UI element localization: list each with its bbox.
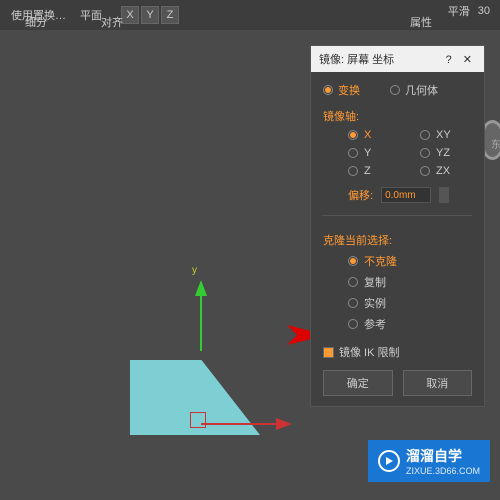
- arrow-right-icon: [276, 418, 292, 430]
- dialog-title-text: 镜像: 屏幕 坐标: [319, 51, 394, 67]
- subdivide-btn[interactable]: 细分: [19, 12, 53, 32]
- transform-radio[interactable]: [323, 85, 333, 95]
- transform-label: 变换: [338, 82, 360, 98]
- help-button[interactable]: ?: [442, 54, 456, 66]
- ik-checkbox[interactable]: [323, 347, 334, 358]
- cancel-button[interactable]: 取消: [403, 370, 473, 396]
- offset-spinner[interactable]: [439, 187, 449, 203]
- arrow-up-icon: [195, 280, 207, 296]
- view-cube-label: 东: [491, 136, 500, 151]
- clone-options: 不克隆 复制 实例 参考: [323, 253, 472, 332]
- axis-xy-radio[interactable]: [420, 130, 430, 140]
- offset-row: 偏移:: [323, 187, 472, 203]
- axis-x-radio[interactable]: [348, 130, 358, 140]
- y-axis-gizmo[interactable]: y: [195, 280, 207, 351]
- axis-y-radio[interactable]: [348, 148, 358, 158]
- clone-reference-radio[interactable]: [348, 319, 358, 329]
- geometry-label: 几何体: [405, 82, 438, 98]
- axis-grid: X XY Y YZ Z ZX: [323, 129, 472, 177]
- y-axis-label: y: [192, 265, 197, 276]
- mode-group: 变换 几何体: [323, 82, 472, 98]
- mirror-dialog: 镜像: 屏幕 坐标 ? ✕ 变换 几何体 镜像轴: X XY Y YZ Z ZX: [310, 45, 485, 407]
- axis-zx-radio[interactable]: [420, 166, 430, 176]
- clone-copy-radio[interactable]: [348, 277, 358, 287]
- properties-btn[interactable]: 属性: [404, 12, 438, 32]
- ok-button[interactable]: 确定: [323, 370, 393, 396]
- dialog-titlebar[interactable]: 镜像: 屏幕 坐标 ? ✕: [311, 46, 484, 72]
- offset-input[interactable]: [381, 187, 431, 203]
- axis-z-radio[interactable]: [348, 166, 358, 176]
- offset-label: 偏移:: [348, 187, 373, 203]
- close-button[interactable]: ✕: [459, 54, 476, 66]
- axis-section-label: 镜像轴:: [323, 108, 472, 124]
- geometry-radio[interactable]: [390, 85, 400, 95]
- align-btn[interactable]: 对齐: [95, 12, 129, 32]
- x-axis-gizmo[interactable]: [201, 418, 292, 430]
- watermark-url: ZIXUE.3D66.COM: [406, 466, 480, 476]
- watermark: 溜溜自学 ZIXUE.3D66.COM: [368, 440, 490, 482]
- clone-instance-radio[interactable]: [348, 298, 358, 308]
- ik-row: 镜像 IK 限制: [323, 344, 472, 360]
- clone-none-radio[interactable]: [348, 256, 358, 266]
- ik-label: 镜像 IK 限制: [339, 344, 400, 360]
- play-icon: [378, 450, 400, 472]
- axis-yz-radio[interactable]: [420, 148, 430, 158]
- watermark-title: 溜溜自学: [406, 446, 480, 466]
- secondary-toolbar: 细分 对齐 属性: [0, 14, 500, 30]
- clone-section-label: 克隆当前选择:: [323, 232, 472, 248]
